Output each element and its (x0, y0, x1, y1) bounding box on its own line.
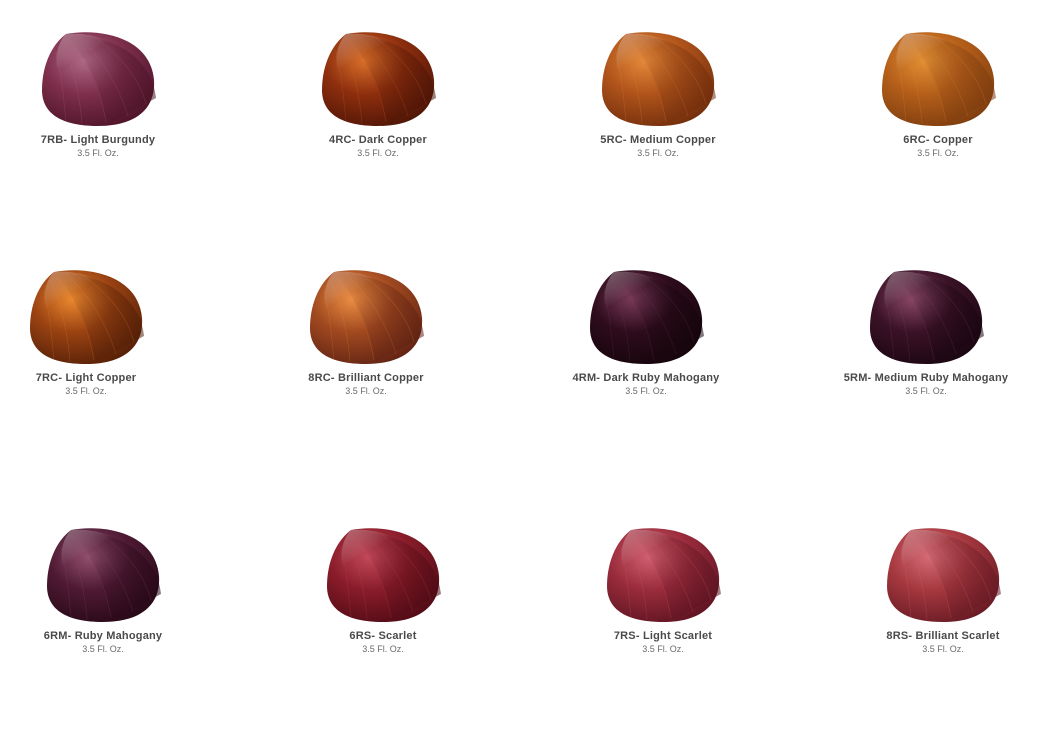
hair-swatch-image[interactable] (883, 524, 1003, 624)
product-card-4rm[interactable]: 4RM- Dark Ruby Mahogany 3.5 Fl. Oz. (546, 266, 746, 397)
hair-swatch-image[interactable] (866, 266, 986, 366)
product-size: 3.5 Fl. Oz. (625, 386, 667, 396)
product-size: 3.5 Fl. Oz. (905, 386, 947, 396)
hair-swatch-image[interactable] (26, 266, 146, 366)
product-name[interactable]: 6RM- Ruby Mahogany (44, 630, 163, 643)
product-name[interactable]: 7RS- Light Scarlet (614, 630, 712, 643)
product-card-6rm[interactable]: 6RM- Ruby Mahogany 3.5 Fl. Oz. (3, 524, 203, 655)
hair-swatch-image[interactable] (318, 28, 438, 128)
product-name[interactable]: 5RM- Medium Ruby Mahogany (844, 372, 1009, 385)
product-name[interactable]: 7RB- Light Burgundy (41, 134, 155, 147)
product-name[interactable]: 8RS- Brilliant Scarlet (886, 630, 999, 643)
hair-swatch-image[interactable] (598, 28, 718, 128)
hair-swatch-image[interactable] (878, 28, 998, 128)
product-size: 3.5 Fl. Oz. (345, 386, 387, 396)
product-name[interactable]: 4RM- Dark Ruby Mahogany (572, 372, 719, 385)
product-size: 3.5 Fl. Oz. (357, 148, 399, 158)
product-card-7rs[interactable]: 7RS- Light Scarlet 3.5 Fl. Oz. (563, 524, 763, 655)
hair-swatch-image[interactable] (306, 266, 426, 366)
hair-swatch-image[interactable] (603, 524, 723, 624)
product-grid: 7RB- Light Burgundy 3.5 Fl. Oz. 4RC- Dar… (0, 0, 1038, 736)
hair-swatch-image[interactable] (323, 524, 443, 624)
product-name[interactable]: 6RC- Copper (903, 134, 972, 147)
product-name[interactable]: 8RC- Brilliant Copper (308, 372, 423, 385)
product-size: 3.5 Fl. Oz. (362, 644, 404, 654)
hair-swatch-image[interactable] (38, 28, 158, 128)
product-size: 3.5 Fl. Oz. (77, 148, 119, 158)
product-size: 3.5 Fl. Oz. (922, 644, 964, 654)
product-card-7rb[interactable]: 7RB- Light Burgundy 3.5 Fl. Oz. (0, 28, 198, 159)
product-name[interactable]: 4RC- Dark Copper (329, 134, 427, 147)
product-card-6rc[interactable]: 6RC- Copper 3.5 Fl. Oz. (838, 28, 1038, 159)
product-size: 3.5 Fl. Oz. (917, 148, 959, 158)
product-card-8rc[interactable]: 8RC- Brilliant Copper 3.5 Fl. Oz. (266, 266, 466, 397)
product-card-6rs[interactable]: 6RS- Scarlet 3.5 Fl. Oz. (283, 524, 483, 655)
hair-swatch-image[interactable] (43, 524, 163, 624)
product-card-4rc[interactable]: 4RC- Dark Copper 3.5 Fl. Oz. (278, 28, 478, 159)
product-card-5rm[interactable]: 5RM- Medium Ruby Mahogany 3.5 Fl. Oz. (826, 266, 1026, 397)
product-card-8rs[interactable]: 8RS- Brilliant Scarlet 3.5 Fl. Oz. (843, 524, 1038, 655)
product-size: 3.5 Fl. Oz. (642, 644, 684, 654)
product-size: 3.5 Fl. Oz. (82, 644, 124, 654)
product-name[interactable]: 5RC- Medium Copper (600, 134, 715, 147)
product-card-7rc[interactable]: 7RC- Light Copper 3.5 Fl. Oz. (0, 266, 186, 397)
product-card-5rc[interactable]: 5RC- Medium Copper 3.5 Fl. Oz. (558, 28, 758, 159)
hair-swatch-image[interactable] (586, 266, 706, 366)
product-name[interactable]: 6RS- Scarlet (349, 630, 416, 643)
product-size: 3.5 Fl. Oz. (65, 386, 107, 396)
product-size: 3.5 Fl. Oz. (637, 148, 679, 158)
product-name[interactable]: 7RC- Light Copper (36, 372, 137, 385)
